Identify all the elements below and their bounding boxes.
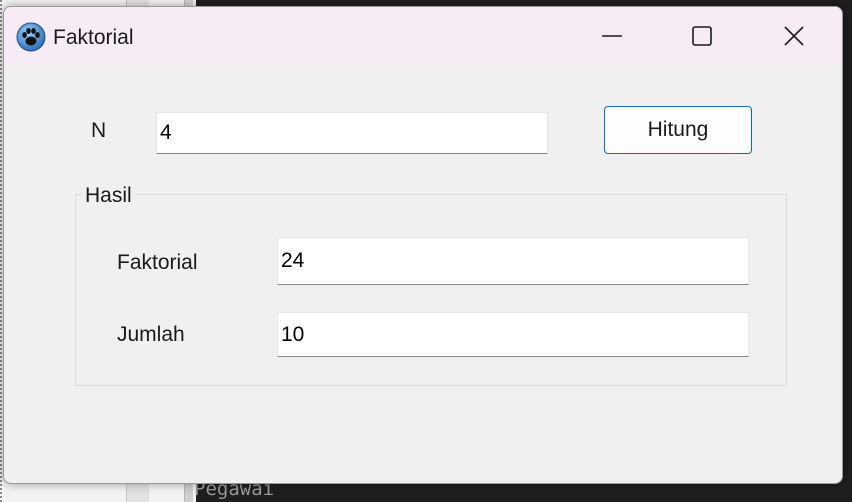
n-label: N [91, 119, 107, 142]
maximize-button[interactable] [656, 7, 748, 65]
hitung-button[interactable]: Hitung [604, 106, 752, 154]
close-button[interactable] [748, 7, 840, 65]
hasil-group-title: Hasil [82, 184, 135, 208]
faktorial-output[interactable] [277, 237, 749, 285]
n-input[interactable] [156, 112, 548, 154]
dotted-margin [0, 0, 2, 502]
hasil-groupbox [75, 194, 787, 386]
faktorial-window: Faktorial N Hitung Hasil [3, 6, 843, 484]
faktorial-label: Faktorial [117, 251, 198, 274]
title-bar[interactable]: Faktorial [4, 7, 842, 65]
paw-icon [16, 22, 46, 52]
maximize-icon [692, 26, 712, 46]
window-title: Faktorial [53, 26, 134, 49]
minimize-button[interactable] [566, 7, 658, 65]
desktop-background: Pegawai Faktorial N 4 Hitung Hasil Fakto… [0, 0, 852, 502]
minimize-icon [602, 35, 622, 37]
jumlah-output[interactable] [277, 312, 749, 357]
close-icon [784, 26, 804, 46]
jumlah-label: Jumlah [117, 323, 185, 346]
